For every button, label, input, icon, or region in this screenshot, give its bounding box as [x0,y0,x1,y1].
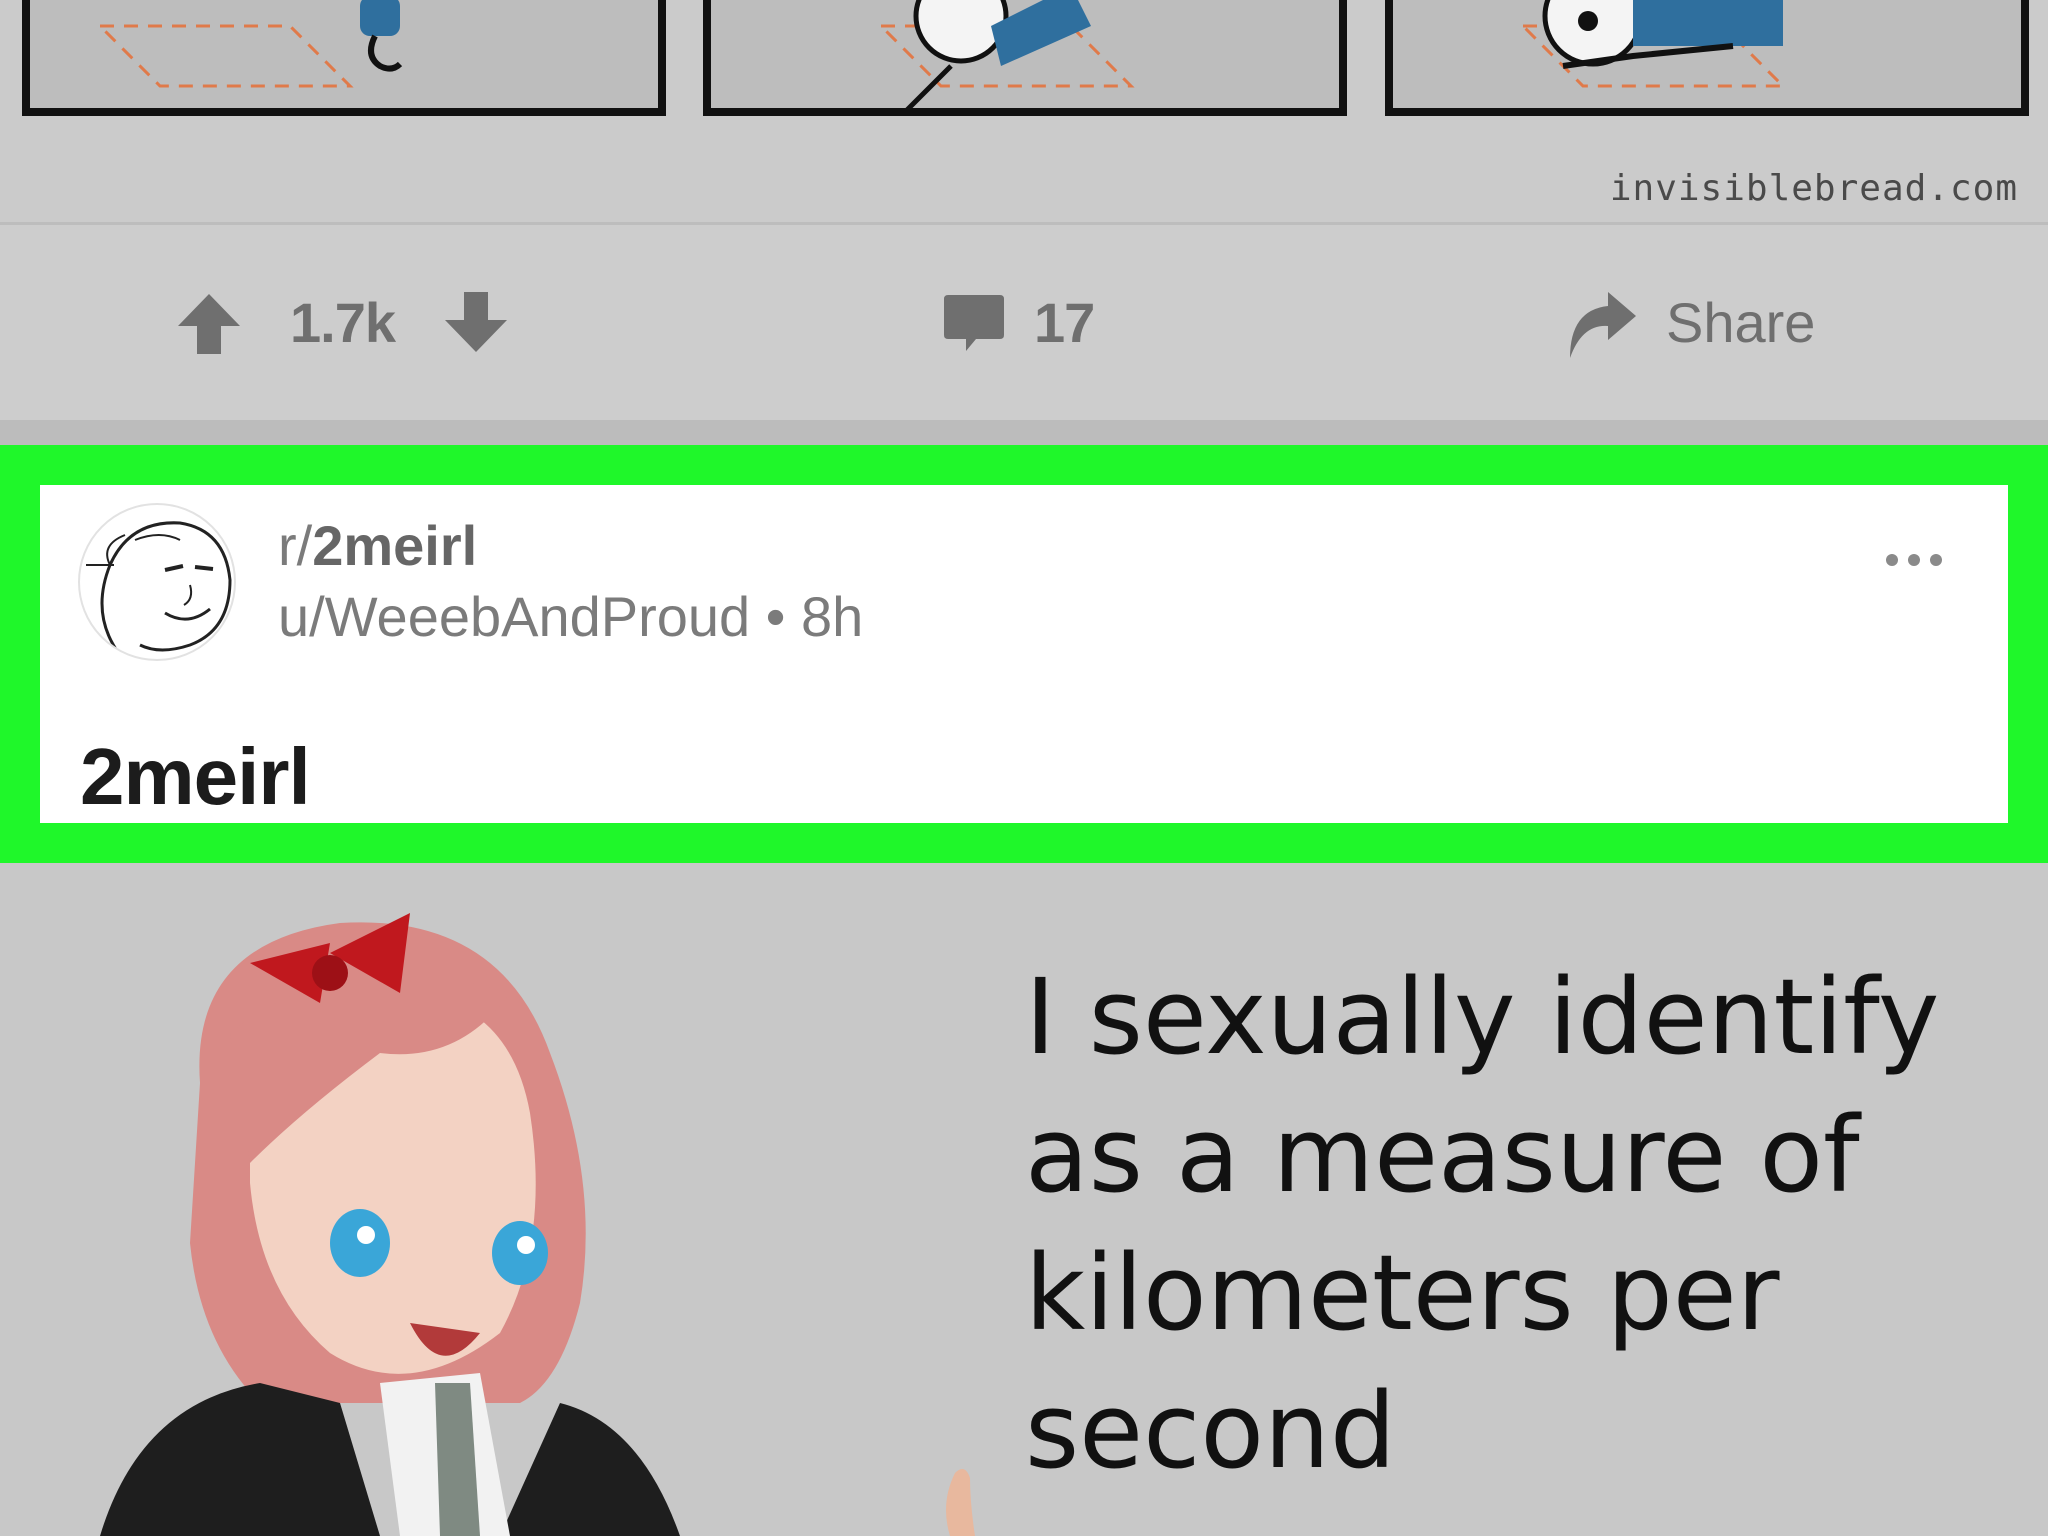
meme-caption-line: kilometers per [1025,1232,1780,1354]
share-button[interactable]: Share [1564,225,1815,420]
meme-caption-line: I sexually identify [1025,956,1940,1078]
pointing-hand-icon [946,1469,975,1536]
meme-caption-line: second [1025,1370,1396,1492]
post-age: 8h [800,585,864,648]
post-meta: u/WeeebAndProud • 8h [278,584,863,649]
comic-watermark: invisiblebread.com [1609,168,2018,209]
share-label: Share [1666,291,1816,354]
comment-count: 17 [1034,291,1095,354]
comic-panel-2 [703,0,1347,116]
more-options-icon[interactable] [1884,545,1944,575]
anime-character-illustration [100,913,680,1536]
post-header-card[interactable]: r/2meirl u/WeeebAndProud • 8h 2meirl [40,485,2008,823]
post-image[interactable]: I sexually identify as a measure of kilo… [0,863,2048,1536]
vote-group: 1.7k [176,225,509,420]
meme-caption-line: as a measure of [1025,1094,1860,1216]
author-link[interactable]: u/WeeebAndProud [278,585,750,648]
subreddit-prefix: r/ [278,514,313,577]
previous-post-image[interactable]: invisiblebread.com [0,0,2048,222]
subreddit-name-text: 2meirl [312,514,478,577]
subreddit-avatar[interactable] [78,503,236,661]
comments-button[interactable]: 17 [942,225,1095,420]
meta-separator: • [765,585,786,648]
upvote-icon[interactable] [176,290,242,356]
comment-icon [942,291,1006,355]
previous-post-action-bar: 1.7k 17 Share [0,225,2048,420]
post-separator [0,420,2048,445]
downvote-icon[interactable] [443,290,509,356]
comic-panel-1 [22,0,666,116]
vote-count: 1.7k [290,291,396,354]
meme-caption: I sexually identify as a measure of kilo… [1025,948,2025,1500]
comic-panel-3 [1385,0,2029,116]
post-title[interactable]: 2meirl [80,731,311,823]
highlighted-post-header: r/2meirl u/WeeebAndProud • 8h 2meirl [0,445,2048,863]
subreddit-name[interactable]: r/2meirl [278,513,477,578]
share-arrow-icon [1564,286,1638,360]
